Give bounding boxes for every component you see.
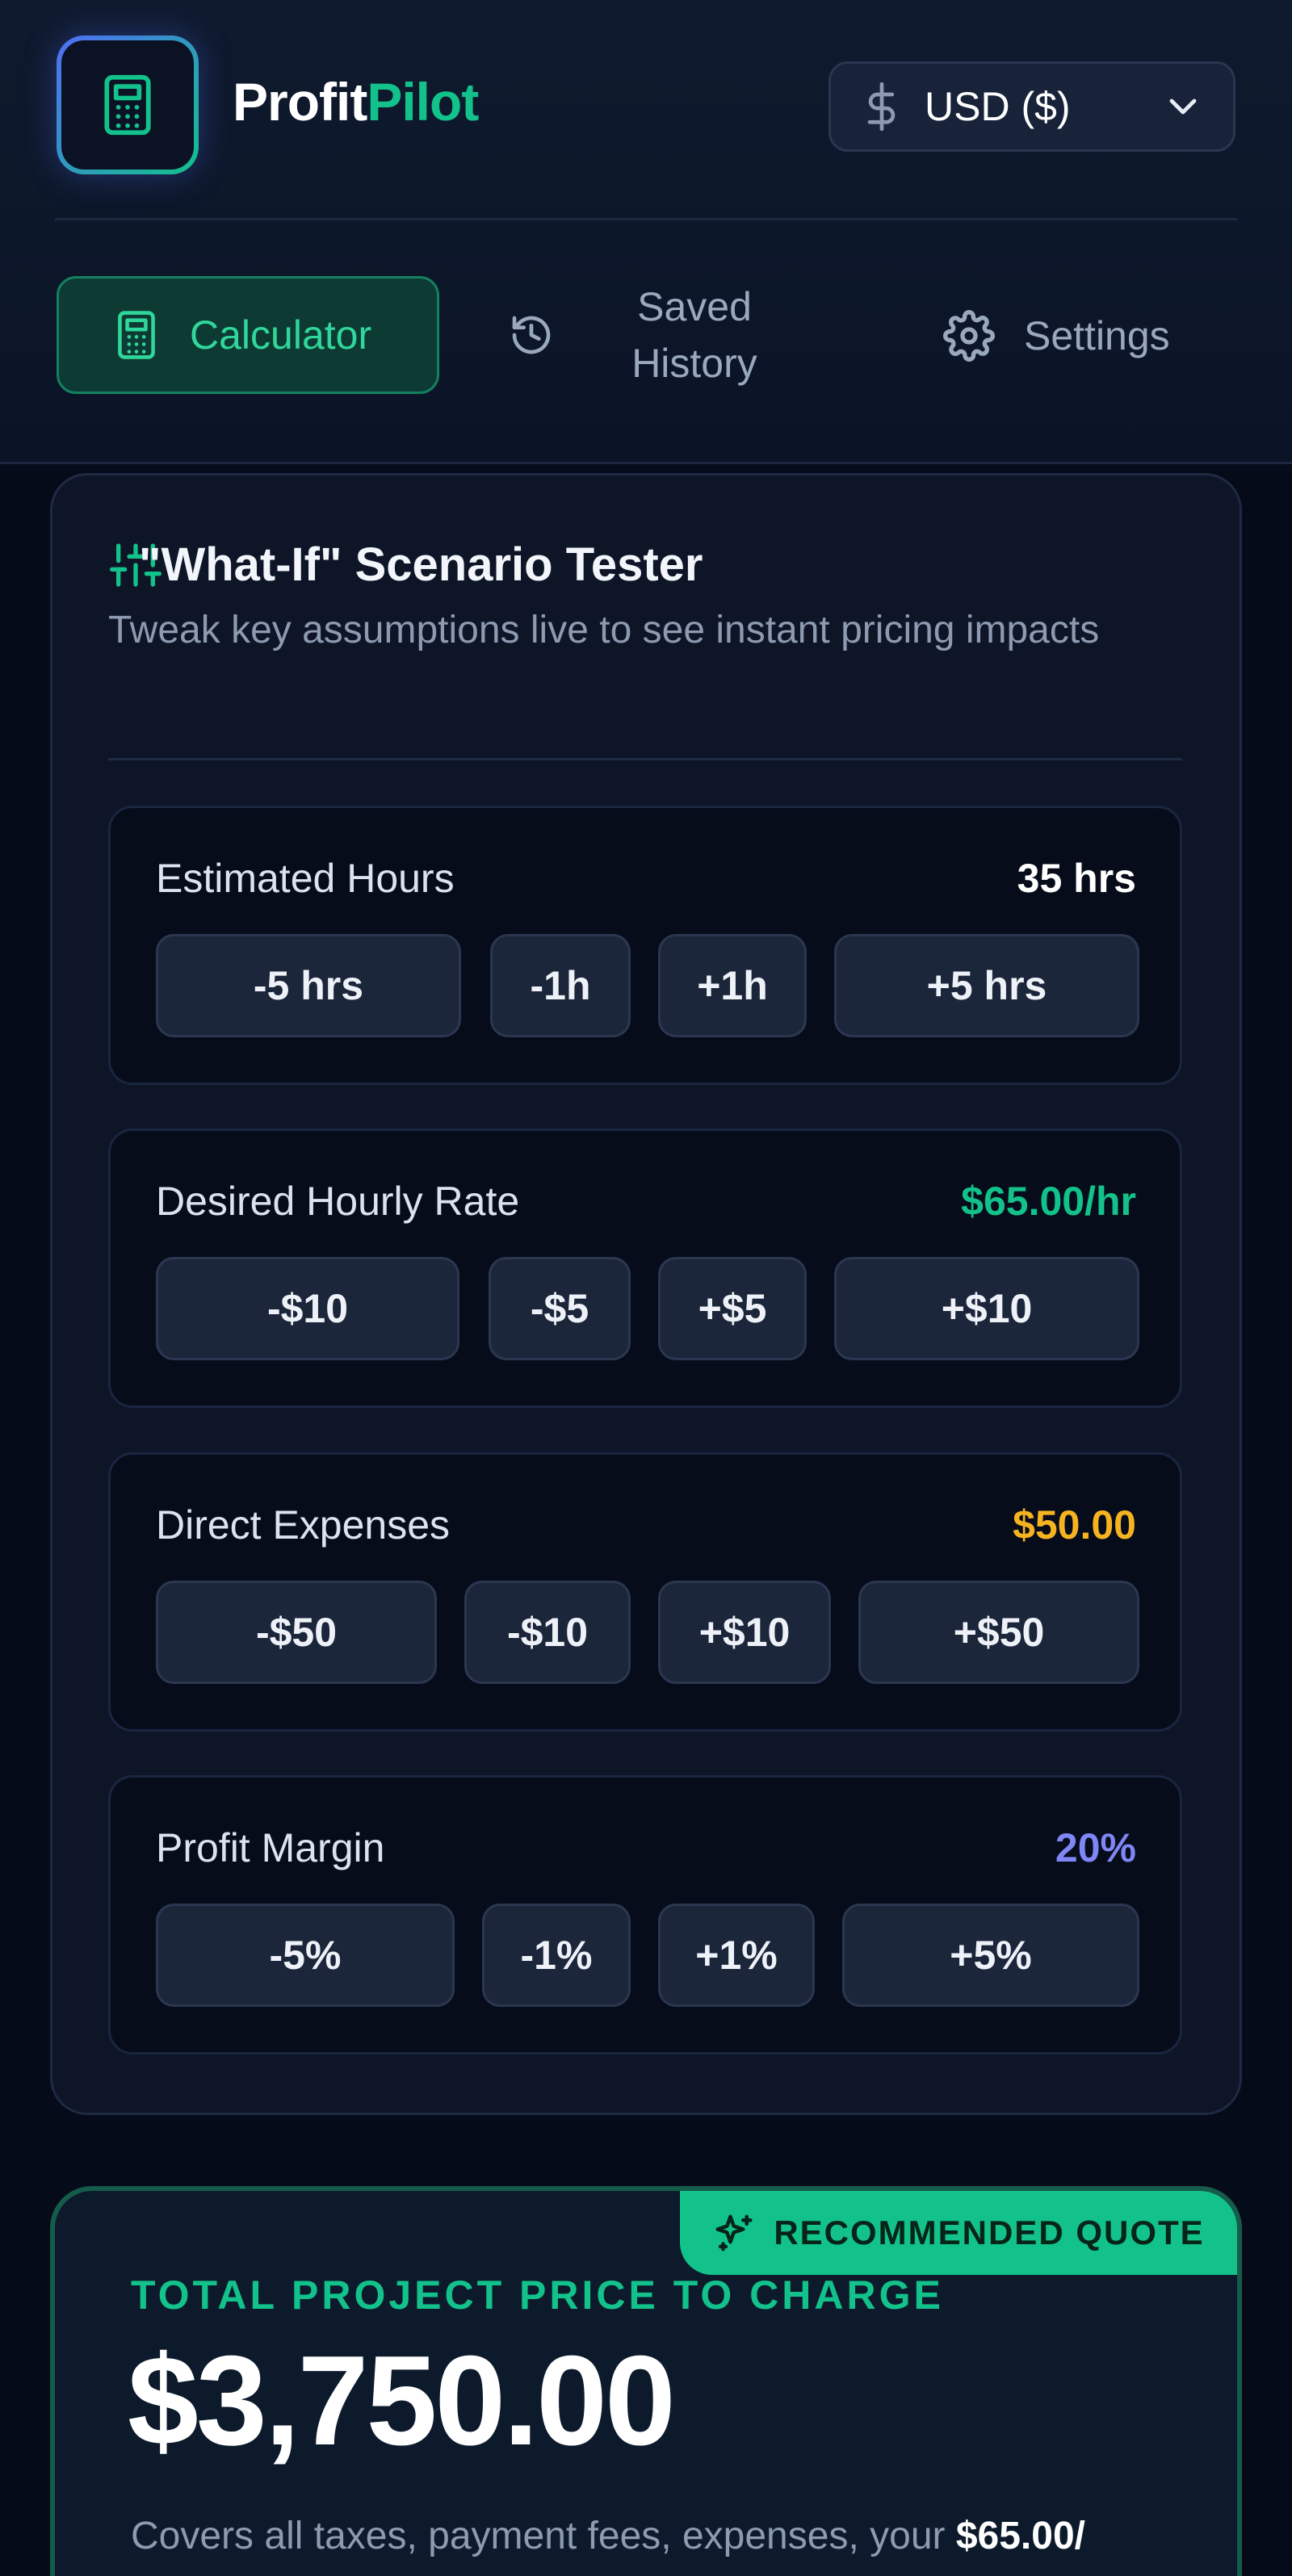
- increase-expenses-10-button[interactable]: +$10: [658, 1581, 831, 1684]
- currency-select[interactable]: USD ($): [828, 61, 1235, 152]
- scenario-divider: [108, 758, 1182, 760]
- brand-name-part1: Profit: [233, 72, 367, 132]
- control-value: $50.00: [1013, 1502, 1136, 1548]
- increase-1-hour-button[interactable]: +1h: [658, 934, 807, 1037]
- chevron-down-icon: [1169, 98, 1197, 115]
- decrease-1-hour-button[interactable]: -1h: [490, 934, 631, 1037]
- decrease-rate-5-button[interactable]: -$5: [489, 1257, 631, 1360]
- quote-note-rate: $65.00/: [955, 2515, 1085, 2557]
- decrease-margin-5-button[interactable]: -5%: [156, 1904, 455, 2007]
- calculator-icon: [104, 74, 151, 136]
- quote-label: TOTAL PROJECT PRICE TO CHARGE: [131, 2272, 944, 2318]
- control-label: Desired Hourly Rate: [156, 1179, 520, 1224]
- tab-calculator-label: Calculator: [190, 312, 372, 358]
- recommended-quote-card: RECOMMENDED QUOTE TOTAL PROJECT PRICE TO…: [50, 2186, 1242, 2576]
- control-value: $65.00/hr: [961, 1179, 1136, 1224]
- sparkles-icon: [715, 2214, 753, 2251]
- recommended-quote-badge-label: RECOMMENDED QUOTE: [774, 2214, 1205, 2251]
- increase-expenses-50-button[interactable]: +$50: [858, 1581, 1139, 1684]
- control-label: Estimated Hours: [156, 856, 455, 901]
- app-logo[interactable]: [57, 36, 199, 174]
- decrease-expenses-50-button[interactable]: -$50: [156, 1581, 437, 1684]
- tab-saved-history[interactable]: Saved History: [509, 274, 783, 396]
- currency-select-value: USD ($): [925, 84, 1071, 129]
- decrease-rate-10-button[interactable]: -$10: [156, 1257, 459, 1360]
- scenario-subtitle: Tweak key assumptions live to see instan…: [108, 609, 1100, 651]
- tab-settings[interactable]: Settings: [943, 302, 1170, 370]
- control-direct-expenses: Direct Expenses $50.00 -$50 -$10 +$10 +$…: [108, 1452, 1182, 1732]
- increase-rate-5-button[interactable]: +$5: [658, 1257, 807, 1360]
- control-label: Direct Expenses: [156, 1502, 451, 1548]
- header-divider: [55, 218, 1237, 220]
- quote-price: $3,750.00: [128, 2330, 676, 2472]
- decrease-margin-1-button[interactable]: -1%: [482, 1904, 631, 2007]
- control-value: 20%: [1055, 1825, 1136, 1870]
- control-estimated-hours: Estimated Hours 35 hrs -5 hrs -1h +1h +5…: [108, 806, 1182, 1085]
- tab-calculator[interactable]: Calculator: [57, 276, 439, 394]
- increase-margin-1-button[interactable]: +1%: [658, 1904, 815, 2007]
- brand-name: ProfitPilot: [233, 71, 479, 132]
- calculator-icon: [118, 311, 155, 359]
- tab-settings-label: Settings: [1024, 313, 1170, 358]
- gear-icon: [943, 310, 995, 362]
- quote-note: Covers all taxes, payment fees, expenses…: [131, 2514, 1085, 2558]
- dollar-icon: [867, 82, 896, 131]
- control-hourly-rate: Desired Hourly Rate $65.00/hr -$10 -$5 +…: [108, 1129, 1182, 1408]
- scenario-title: "What-If" Scenario Tester: [139, 538, 703, 591]
- brand-name-part2: Pilot: [367, 72, 479, 132]
- decrease-expenses-10-button[interactable]: -$10: [464, 1581, 631, 1684]
- control-value: 35 hrs: [1017, 856, 1136, 901]
- increase-rate-10-button[interactable]: +$10: [834, 1257, 1139, 1360]
- history-icon: [512, 316, 551, 354]
- app-header: ProfitPilot USD ($) Calculator Saved His…: [0, 0, 1292, 464]
- control-label: Profit Margin: [156, 1825, 385, 1870]
- tab-saved-history-label: Saved History: [631, 284, 757, 386]
- decrease-5-hours-button[interactable]: -5 hrs: [156, 934, 461, 1037]
- recommended-quote-badge: RECOMMENDED QUOTE: [680, 2191, 1237, 2275]
- increase-5-hours-button[interactable]: +5 hrs: [834, 934, 1139, 1037]
- increase-margin-5-button[interactable]: +5%: [842, 1904, 1139, 2007]
- control-profit-margin: Profit Margin 20% -5% -1% +1% +5%: [108, 1775, 1182, 2055]
- quote-note-text: Covers all taxes, payment fees, expenses…: [131, 2515, 956, 2557]
